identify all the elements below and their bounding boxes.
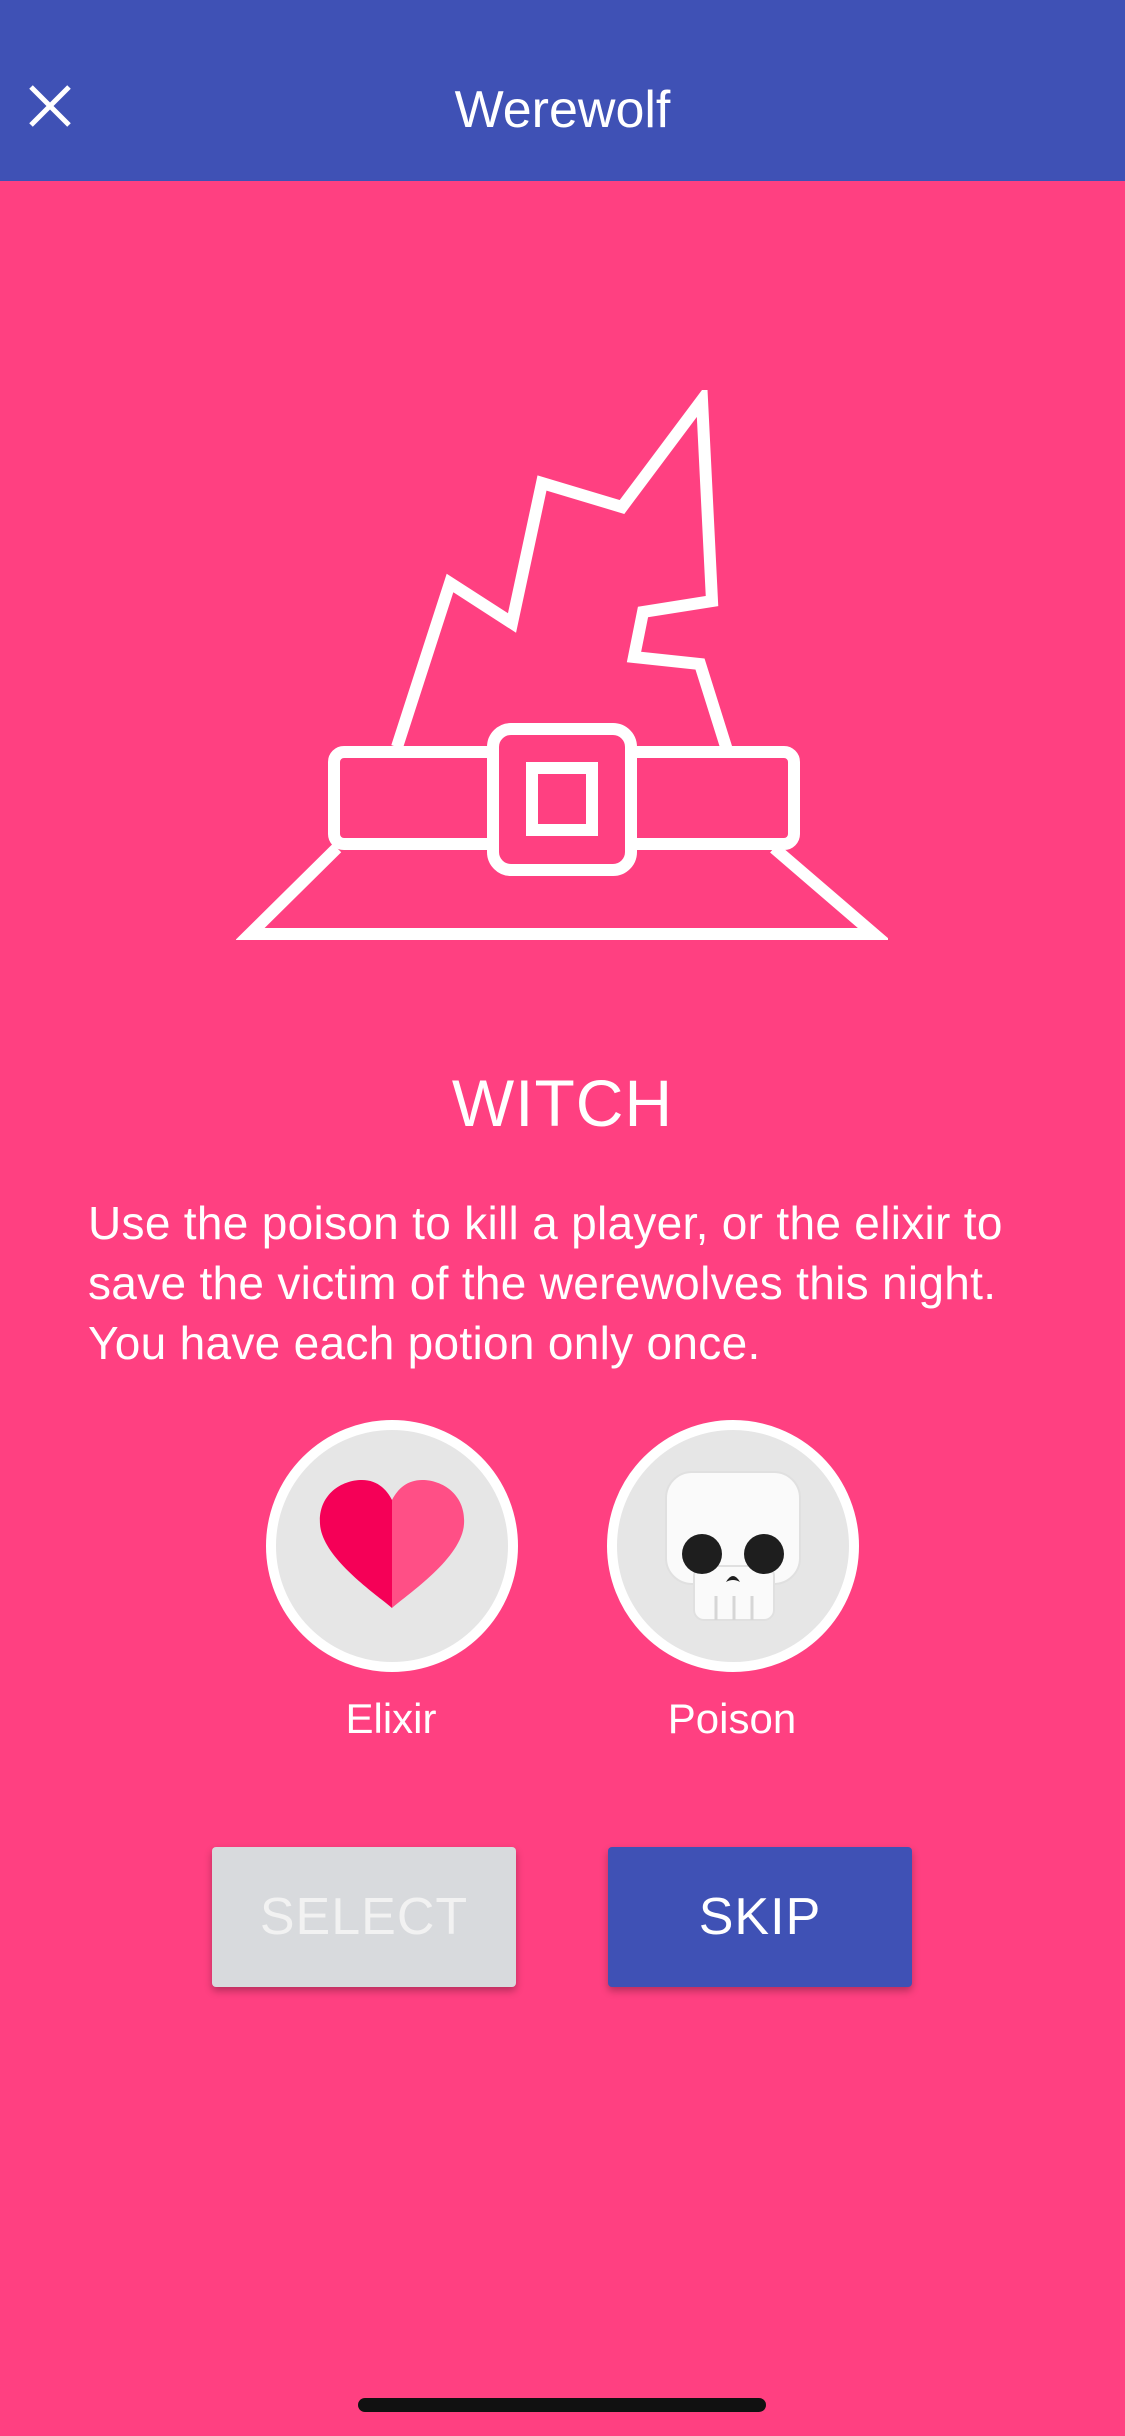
elixir-potion[interactable]: Elixir <box>266 1420 518 1744</box>
elixir-label: Elixir <box>345 1695 437 1742</box>
witch-hat-icon <box>236 390 888 940</box>
select-button[interactable]: SELECT <box>212 1847 516 1987</box>
skip-button[interactable]: SKIP <box>608 1847 912 1987</box>
role-name: WITCH <box>451 1066 674 1140</box>
role-description: Use the poison to kill a player, or the … <box>88 1197 1003 1369</box>
poison-potion[interactable]: Poison <box>607 1420 859 1744</box>
poison-label: Poison <box>667 1695 797 1742</box>
skull-icon <box>665 1471 801 1621</box>
page-title: Werewolf <box>454 81 671 139</box>
poison-avatar[interactable] <box>607 1420 859 1672</box>
heart-icon <box>319 1480 465 1608</box>
home-indicator[interactable] <box>358 2398 766 2412</box>
elixir-avatar[interactable] <box>266 1420 518 1672</box>
app-bar: Werewolf <box>0 0 1125 181</box>
